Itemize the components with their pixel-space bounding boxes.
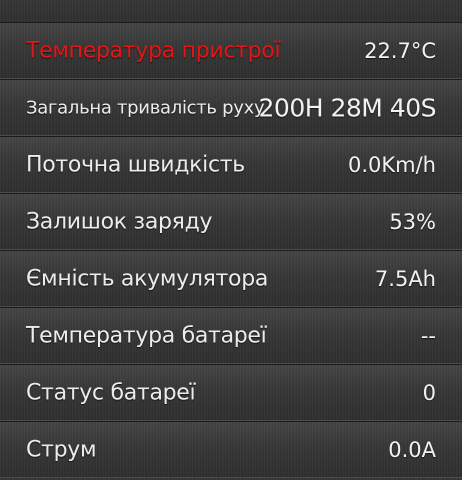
info-row-remaining-charge[interactable]: Залишок заряду 53% [0, 193, 462, 250]
battery-temperature-label: Температура батареї [26, 323, 267, 348]
info-row-current[interactable]: Струм 0.0A [0, 421, 462, 478]
device-temperature-value: 22.7°C [364, 38, 436, 63]
device-info-screen: Температура пристрої 22.7°C Загальна три… [0, 0, 462, 480]
current-value: 0.0A [388, 437, 436, 462]
battery-status-label: Статус батареї [26, 380, 196, 405]
device-temperature-label: Температура пристрої [26, 38, 281, 63]
battery-capacity-value: 7.5Ah [374, 266, 436, 291]
battery-capacity-label: Ємність акумулятора [26, 266, 269, 291]
info-row-total-ride-time[interactable]: Загальна тривалість руху 200H 28M 40S [0, 79, 462, 136]
info-row-current-speed[interactable]: Поточна швидкість 0.0Km/h [0, 136, 462, 193]
info-row-battery-temperature[interactable]: Температура батареї -- [0, 307, 462, 364]
current-speed-value: 0.0Km/h [347, 152, 436, 177]
battery-temperature-value: -- [420, 323, 436, 348]
info-row-device-temperature[interactable]: Температура пристрої 22.7°C [0, 22, 462, 79]
current-label: Струм [26, 437, 97, 462]
total-ride-time-value: 200H 28M 40S [258, 93, 437, 122]
info-row-battery-capacity[interactable]: Ємність акумулятора 7.5Ah [0, 250, 462, 307]
current-speed-label: Поточна швидкість [26, 152, 245, 177]
remaining-charge-value: 53% [389, 209, 436, 234]
total-ride-time-label: Загальна тривалість руху [26, 97, 265, 118]
battery-status-value: 0 [422, 380, 436, 405]
remaining-charge-label: Залишок заряду [26, 209, 213, 234]
info-row-battery-status[interactable]: Статус батареї 0 [0, 364, 462, 421]
